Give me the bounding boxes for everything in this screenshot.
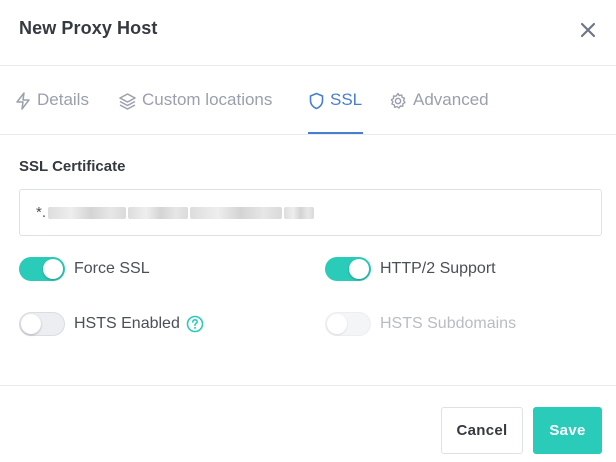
cancel-button[interactable]: Cancel [441,407,523,454]
tab-advanced[interactable]: Advanced [389,90,489,134]
certificate-value-redacted [284,206,315,219]
gear-icon [390,92,406,109]
tab-bar: Details Custom locations SSL Advanced [0,66,616,135]
hsts-subdomains-switch [325,312,371,336]
layers-icon [119,93,136,110]
force-ssl-toggle[interactable]: Force SSL [19,257,150,281]
tab-custom-locations-label: Custom locations [142,90,273,109]
hsts-enabled-switch[interactable] [19,312,65,336]
hsts-subdomains-label: HSTS Subdomains [380,315,517,332]
ssl-certificate-select[interactable]: *. [19,189,602,236]
certificate-value-redacted [128,206,189,219]
force-ssl-switch[interactable] [19,257,65,281]
save-button[interactable]: Save [533,407,602,454]
certificate-value-redacted [48,206,127,219]
hsts-enabled-toggle[interactable]: HSTS Enabled [19,312,204,336]
modal-header: New Proxy Host [0,0,616,66]
http2-support-toggle[interactable]: HTTP/2 Support [325,257,496,281]
certificate-value-prefix: *. [36,204,47,221]
http2-support-switch[interactable] [325,257,371,281]
shield-icon [309,92,324,110]
modal-title: New Proxy Host [19,18,158,38]
certificate-value-redacted [190,206,283,219]
tab-details-label: Details [37,90,89,109]
force-ssl-label: Force SSL [74,260,150,277]
close-icon[interactable] [577,19,599,41]
http2-support-label: HTTP/2 Support [380,260,496,277]
tab-details[interactable]: Details [15,90,89,134]
hsts-enabled-label: HSTS Enabled [74,315,180,332]
tab-ssl[interactable]: SSL [308,90,364,134]
modal-footer: Cancel Save [0,385,616,462]
help-icon[interactable] [186,315,204,333]
tab-advanced-label: Advanced [413,90,489,109]
hsts-subdomains-toggle: HSTS Subdomains [325,312,516,336]
ssl-certificate-label: SSL Certificate [19,158,126,175]
tab-ssl-label: SSL [330,90,363,109]
tab-custom-locations[interactable]: Custom locations [119,90,272,134]
lightning-icon [16,92,30,110]
